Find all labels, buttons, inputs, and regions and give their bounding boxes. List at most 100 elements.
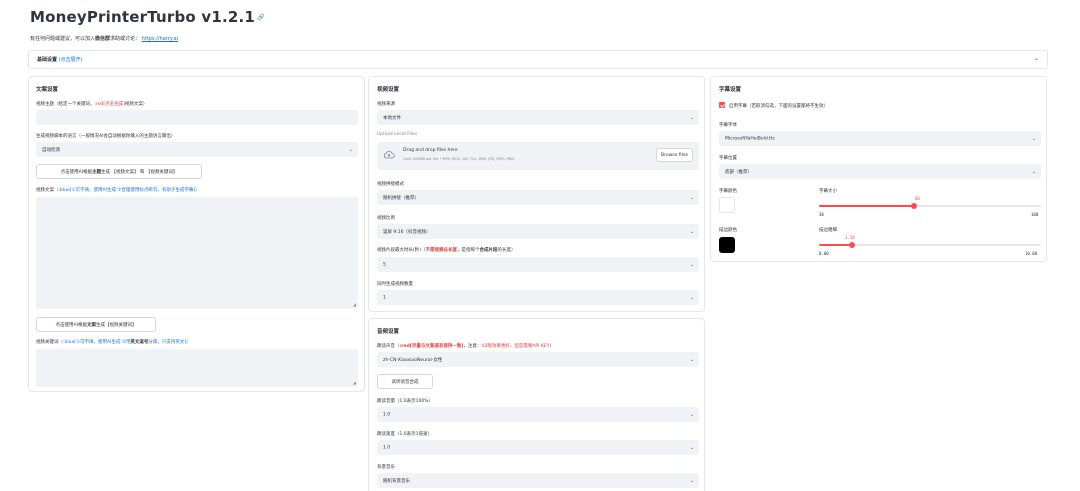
upload-label: Upload Local Files	[377, 132, 418, 137]
video-source-value: 本地文件	[383, 115, 401, 121]
volume-select[interactable]: 1.0 ⌄	[377, 407, 699, 422]
resize-handle-icon[interactable]: ◢	[353, 380, 356, 385]
basic-settings-title: 基础设置	[37, 57, 58, 63]
stroke-width-label: 描边粗细	[819, 228, 837, 233]
script-label-blue: （:blue[①可不填，使用AI生成 ②合理使用标点断句，有助于生成字幕]）	[54, 188, 200, 193]
keywords-label-blue: （:blue[①可不填，使用AI生成 ②用	[58, 340, 131, 345]
chevron-down-icon: ⌄	[689, 194, 694, 201]
font-value: MicrosoftYaHeiBold.ttc	[725, 136, 776, 141]
font-select[interactable]: MicrosoftYaHeiBold.ttc ⌄	[719, 131, 1041, 146]
generate-keywords-button[interactable]: 点击使用AI根据 文案 生成【视频关键词】	[36, 317, 156, 332]
concat-mode-label: 视频拼接模式	[377, 182, 404, 187]
font-size-max: 100	[1031, 212, 1039, 217]
clip-label-red: 不是视频总长度	[425, 248, 458, 253]
topic-label: 视频主题（给定一个关键词，:red[点击生成]视频文案）	[36, 101, 147, 107]
speed-select[interactable]: 1.0 ⌄	[377, 440, 699, 455]
try-voice-button[interactable]: 试听语音合成	[377, 374, 433, 389]
chevron-down-icon: ⌄	[689, 356, 694, 363]
stroke-width-slider-value: 1.50	[845, 235, 855, 240]
video-settings-panel: 视频设置 视频来源 本地文件 ⌄ Upload Local Files Drag…	[368, 76, 705, 312]
clip-label-text-3: 的长度）	[497, 248, 516, 253]
gen-button-text-2: 生成 【视频文案】 和 【视频关键词】	[101, 169, 178, 175]
chevron-down-icon: ⌄	[689, 114, 694, 121]
keywords-textarea[interactable]: ◢	[36, 349, 358, 387]
kw-button-text-2: 生成【视频关键词】	[95, 322, 137, 328]
page-title: MoneyPrinterTurbo v1.2.1 🔗	[30, 8, 265, 26]
subtitle-link[interactable]: https://harry.ai	[142, 36, 178, 42]
enable-subtitle-checkbox[interactable]	[719, 102, 725, 108]
aspect-select[interactable]: 竖屏 9:16（抖音视频） ⌄	[377, 224, 699, 239]
video-count-select[interactable]: 1 ⌄	[377, 290, 699, 305]
font-size-slider-thumb[interactable]	[911, 203, 918, 209]
volume-value: 1.0	[383, 412, 391, 417]
language-select[interactable]: 自动检测 ⌄	[36, 142, 358, 157]
stroke-width-slider-thumb[interactable]	[849, 242, 856, 248]
basic-settings-expander[interactable]: 基础设置 (点击展开) ⌄	[28, 50, 1048, 69]
stroke-color-picker[interactable]	[719, 237, 735, 253]
stroke-color-label: 描边颜色	[719, 228, 737, 233]
topic-input[interactable]	[36, 110, 358, 125]
concat-mode-select[interactable]: 随机拼接（推荐） ⌄	[377, 190, 699, 205]
basic-settings-hint: (点击展开)	[58, 57, 83, 63]
voice-select[interactable]: zh-CN-XiaoxiaoNeural-女性 ⌄	[377, 352, 699, 367]
clip-duration-select[interactable]: 5 ⌄	[377, 257, 699, 272]
voice-value: zh-CN-XiaoxiaoNeural-女性	[383, 357, 443, 363]
voice-label-text: 朗读声音（	[377, 344, 400, 349]
basic-settings-label: 基础设置 (点击展开)	[37, 56, 83, 63]
chevron-down-icon: ⌄	[689, 228, 694, 235]
voice-label-text-3: ）	[549, 344, 554, 349]
aspect-value: 竖屏 9:16（抖音视频）	[383, 229, 431, 235]
file-dropzone[interactable]: Drag and drop files here Limit 200MB per…	[377, 142, 699, 170]
chevron-down-icon: ⌄	[689, 294, 694, 301]
position-select[interactable]: 底部（推荐） ⌄	[719, 164, 1041, 179]
video-source-select[interactable]: 本地文件 ⌄	[377, 110, 699, 125]
chevron-down-icon: ⌄	[689, 444, 694, 451]
keywords-label: 视频关键词（:blue[①可不填，使用AI生成 ②用英文逗号分隔，只支持英文]）	[36, 339, 191, 345]
subtitle-text-2: 求助或讨论：	[110, 36, 141, 42]
voice-label-text-2: ，注意：	[463, 344, 482, 349]
font-size-label: 字幕大小	[819, 189, 837, 194]
topic-label-text: 视频主题（给定一个关键词，	[36, 102, 95, 107]
bgm-value: 随机背景音乐	[383, 478, 410, 484]
subtitle-bold: 微信群	[95, 36, 111, 42]
script-textarea[interactable]: ◢	[36, 197, 358, 309]
keywords-label-bold: 英文逗号	[130, 340, 149, 345]
clip-label-bold: 合成片段	[479, 248, 498, 253]
bgm-select[interactable]: 随机背景音乐 ⌄	[377, 473, 699, 488]
voice-label-red-2: V2版效果更好，但是需要API KEY	[481, 344, 550, 349]
speed-value: 1.0	[383, 445, 391, 450]
kw-button-text: 点击使用AI根据	[55, 322, 87, 328]
subtitle-text: 有任何问题或建议，可以加入	[30, 36, 96, 42]
font-label: 字幕字体	[719, 123, 737, 128]
language-select-value: 自动检测	[42, 147, 60, 153]
link-icon[interactable]: 🔗	[257, 14, 265, 21]
generate-script-button[interactable]: 点击使用AI根据 主题 生成 【视频文案】 和 【视频关键词】	[36, 164, 202, 179]
audio-panel-title: 音频设置	[377, 329, 400, 335]
clip-duration-value: 5	[383, 262, 386, 267]
gen-button-text: 点击使用AI根据	[60, 169, 93, 175]
video-count-value: 1	[383, 295, 386, 300]
bgm-label: 背景音乐	[377, 465, 395, 470]
resize-handle-icon[interactable]: ◢	[353, 302, 356, 307]
chevron-down-icon[interactable]: ⌄	[1034, 55, 1039, 62]
browse-files-button[interactable]: Browse files	[656, 148, 693, 162]
kw-button-bold: 文案	[86, 322, 96, 328]
clip-label-text: 视频片段最大时长(秒)（	[377, 248, 426, 253]
font-color-picker[interactable]	[719, 197, 735, 213]
dropzone-title: Drag and drop files here	[403, 148, 458, 153]
chevron-down-icon: ⌄	[1031, 168, 1036, 175]
clip-duration-label: 视频片段最大时长(秒)（不是视频总长度，是指每个合成片段的长度）	[377, 247, 516, 253]
gen-button-bold: 主题	[92, 169, 102, 175]
concat-mode-value: 随机拼接（推荐）	[383, 195, 419, 201]
stroke-width-max: 10.00	[1025, 251, 1038, 256]
script-settings-panel: 文案设置 视频主题（给定一个关键词，:red[点击生成]视频文案） 生成视频脚本…	[28, 76, 365, 392]
script-label: 视频文案（:blue[①可不填，使用AI生成 ②合理使用标点断句，有助于生成字幕…	[36, 187, 200, 193]
app-title-text: MoneyPrinterTurbo v1.2.1	[30, 8, 256, 26]
keywords-label-blue-2: 分隔，只支持英文]）	[148, 340, 191, 345]
font-color-label: 字幕颜色	[719, 189, 737, 194]
chevron-down-icon: ⌄	[689, 477, 694, 484]
chevron-down-icon: ⌄	[348, 146, 353, 153]
topic-label-red: :red[点击生成]	[94, 102, 125, 107]
speed-label: 朗读速度（1.0表示1倍速）	[377, 432, 433, 437]
subtitle-settings-panel: 字幕设置 启用字幕（若取消勾选，下面的设置都将不生效） 字幕字体 Microso…	[710, 76, 1047, 262]
